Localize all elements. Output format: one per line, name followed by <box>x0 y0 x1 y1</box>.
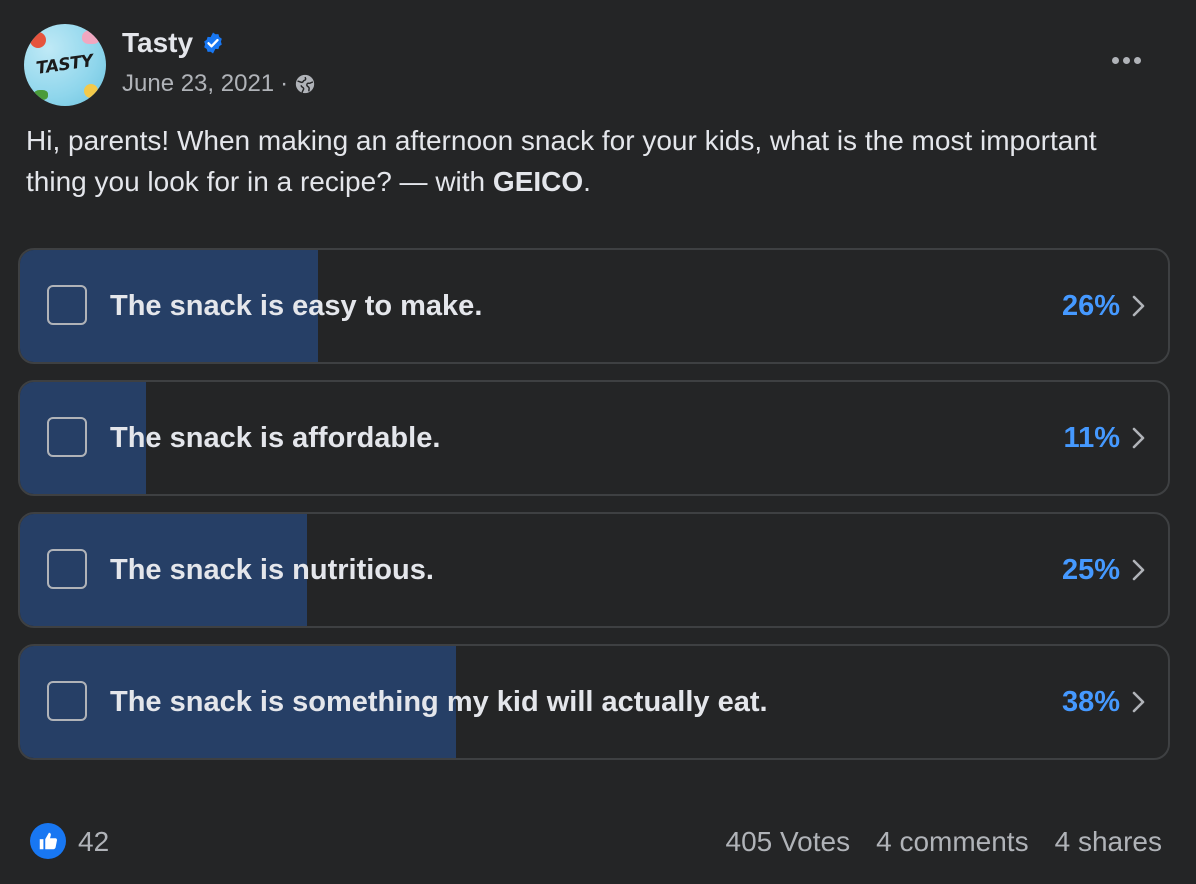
lemon-decoration <box>84 84 98 98</box>
comments-link[interactable]: 4 comments <box>876 826 1029 858</box>
page-name-row: Tasty <box>122 27 225 59</box>
herb-decoration <box>34 90 48 100</box>
poll-option-label: The snack is affordable. <box>110 421 441 454</box>
post-text-end: . <box>583 166 591 197</box>
tasty-logo: TASTY <box>35 51 95 79</box>
thumbs-up-glyph <box>39 832 58 850</box>
more-options-button[interactable] <box>1106 48 1146 72</box>
globe-icon[interactable] <box>294 73 316 95</box>
poll-option-checkbox[interactable] <box>47 417 87 457</box>
tomato-decoration <box>30 32 46 48</box>
poll-option-percent: 38% <box>1061 685 1120 718</box>
poll-option-label: The snack is something my kid will actua… <box>110 685 768 718</box>
chevron-right-icon <box>1132 295 1145 317</box>
poll-option-label: The snack is nutritious. <box>110 553 434 586</box>
page-avatar[interactable]: TASTY <box>24 24 106 106</box>
poll-post: TASTY Tasty June 23, 2021 · Hi, parents!… <box>0 0 1196 884</box>
post-text: Hi, parents! When making an afternoon sn… <box>26 120 1146 202</box>
post-date[interactable]: June 23, 2021 <box>122 70 274 98</box>
shares-link[interactable]: 4 shares <box>1055 826 1162 858</box>
tagged-page-link[interactable]: GEICO <box>493 166 583 197</box>
poll-option[interactable]: The snack is nutritious. 25% <box>18 512 1170 628</box>
poll-option-percent: 11% <box>1063 421 1120 454</box>
poll-option[interactable]: The snack is easy to make. 26% <box>18 248 1170 364</box>
votes-count[interactable]: 405 Votes <box>726 826 851 858</box>
chevron-right-icon <box>1132 691 1145 713</box>
post-meta: June 23, 2021 · <box>122 70 316 98</box>
verified-badge-icon <box>204 32 222 54</box>
meta-separator: · <box>280 70 289 97</box>
page-name[interactable]: Tasty <box>122 27 193 59</box>
chevron-right-icon <box>1132 427 1145 449</box>
donut-decoration <box>82 30 100 44</box>
thumbs-up-icon[interactable] <box>30 823 66 859</box>
chevron-right-icon <box>1132 559 1145 581</box>
poll: The snack is easy to make. 26% The snack… <box>18 248 1170 776</box>
like-count[interactable]: 42 <box>78 826 109 858</box>
more-dot <box>1133 56 1141 64</box>
poll-option-percent: 25% <box>1061 553 1120 586</box>
poll-option-label: The snack is easy to make. <box>110 289 483 322</box>
more-dots-icon <box>1111 56 1119 64</box>
poll-option-checkbox[interactable] <box>47 285 87 325</box>
poll-option-checkbox[interactable] <box>47 681 87 721</box>
poll-option-percent: 26% <box>1061 289 1120 322</box>
poll-option-checkbox[interactable] <box>47 549 87 589</box>
poll-option[interactable]: The snack is affordable. 11% <box>18 380 1170 496</box>
post-stats: 405 Votes 4 comments 4 shares <box>726 826 1162 858</box>
more-dot <box>1122 56 1130 64</box>
poll-option[interactable]: The snack is something my kid will actua… <box>18 644 1170 760</box>
